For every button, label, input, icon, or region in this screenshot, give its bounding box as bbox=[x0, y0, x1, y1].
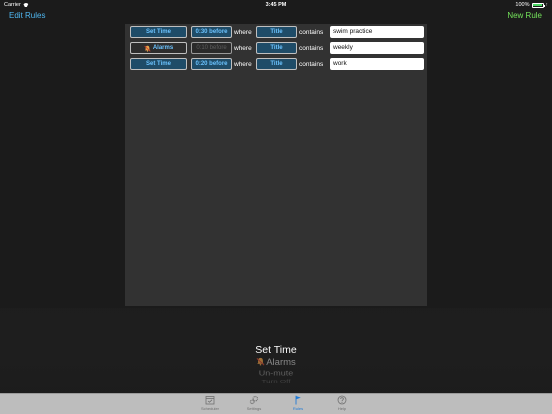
new-rule-button[interactable]: New Rule bbox=[507, 11, 542, 20]
rule-action-button[interactable]: Alarms bbox=[130, 42, 187, 54]
rule-field-button[interactable]: Title bbox=[256, 42, 297, 54]
rule-connector: where bbox=[234, 29, 252, 36]
rule-value-input[interactable]: work bbox=[330, 58, 424, 70]
question-icon bbox=[337, 395, 347, 405]
rule-action-label: Alarms bbox=[152, 45, 174, 51]
flag-icon bbox=[295, 395, 301, 405]
battery-percent: 100% bbox=[515, 2, 530, 8]
rule-row: Set Time 0:30 before where Title contain… bbox=[130, 26, 424, 38]
rule-action-label: Set Time bbox=[146, 61, 171, 67]
rule-field-label: Title bbox=[270, 61, 283, 67]
status-bar: Carrier 3:45 PM 100% ↑ bbox=[0, 0, 552, 10]
rule-connector: where bbox=[234, 45, 252, 52]
rule-offset-label: 0:10 before bbox=[196, 45, 227, 51]
bell-mute-icon bbox=[256, 357, 265, 366]
edit-rules-button[interactable]: Edit Rules bbox=[9, 11, 45, 20]
status-time: 3:45 PM bbox=[265, 2, 287, 8]
rule-offset-button[interactable]: 0:10 before bbox=[191, 42, 232, 54]
rule-field-label: Title bbox=[270, 29, 283, 35]
picker-item[interactable]: Un-mute bbox=[0, 369, 552, 377]
rule-row: Alarms 0:10 before where Title contains … bbox=[130, 42, 424, 54]
rules-list: Set Time 0:30 before where Title contain… bbox=[125, 24, 427, 306]
rule-offset-label: 0:30 before bbox=[195, 29, 228, 35]
tab-rules[interactable]: Rules bbox=[283, 395, 313, 411]
picker-item[interactable]: Alarms bbox=[0, 357, 552, 368]
rule-offset-button[interactable]: 0:30 before bbox=[191, 26, 232, 38]
tab-label: Settings bbox=[246, 406, 262, 411]
rule-field-label: Title bbox=[270, 45, 283, 51]
rule-action-button[interactable]: Set Time bbox=[130, 26, 187, 38]
rule-offset-label: 0:20 before bbox=[195, 61, 228, 67]
rule-connector: where bbox=[234, 61, 252, 68]
tab-bar: Scheduler Settings Rules Help bbox=[0, 393, 552, 414]
battery-indicator: 100% ↑ bbox=[515, 2, 548, 8]
tab-settings[interactable]: Settings bbox=[239, 395, 269, 411]
tab-help[interactable]: Help bbox=[327, 395, 357, 411]
gears-icon bbox=[249, 395, 259, 405]
rule-operator: contains bbox=[299, 29, 324, 36]
action-picker[interactable]: Set Time Alarms Un-mute Turn Off bbox=[0, 308, 552, 393]
rule-value-input[interactable]: swim practice bbox=[330, 26, 424, 38]
picker-item-selected[interactable]: Set Time bbox=[0, 344, 552, 356]
rule-operator: contains bbox=[299, 45, 324, 52]
charging-icon: ↑ bbox=[545, 2, 549, 8]
rule-action-button[interactable]: Set Time bbox=[130, 58, 187, 70]
rule-operator: contains bbox=[299, 61, 324, 68]
picker-item-label: Alarms bbox=[266, 357, 296, 368]
tab-label: Help bbox=[337, 406, 347, 411]
rule-offset-button[interactable]: 0:20 before bbox=[191, 58, 232, 70]
rule-field-button[interactable]: Title bbox=[256, 26, 297, 38]
rule-value-input[interactable]: weekly bbox=[330, 42, 424, 54]
calendar-icon bbox=[205, 396, 215, 405]
picker-item[interactable]: Turn Off bbox=[0, 379, 552, 384]
tab-label: Scheduler bbox=[200, 406, 219, 411]
rule-action-label: Set Time bbox=[146, 29, 171, 35]
tab-label: Rules bbox=[292, 406, 304, 411]
rule-field-button[interactable]: Title bbox=[256, 58, 297, 70]
tab-scheduler[interactable]: Scheduler bbox=[195, 395, 225, 411]
rule-row: Set Time 0:20 before where Title contain… bbox=[130, 58, 424, 70]
battery-icon bbox=[531, 2, 545, 8]
bell-mute-icon bbox=[144, 45, 151, 52]
